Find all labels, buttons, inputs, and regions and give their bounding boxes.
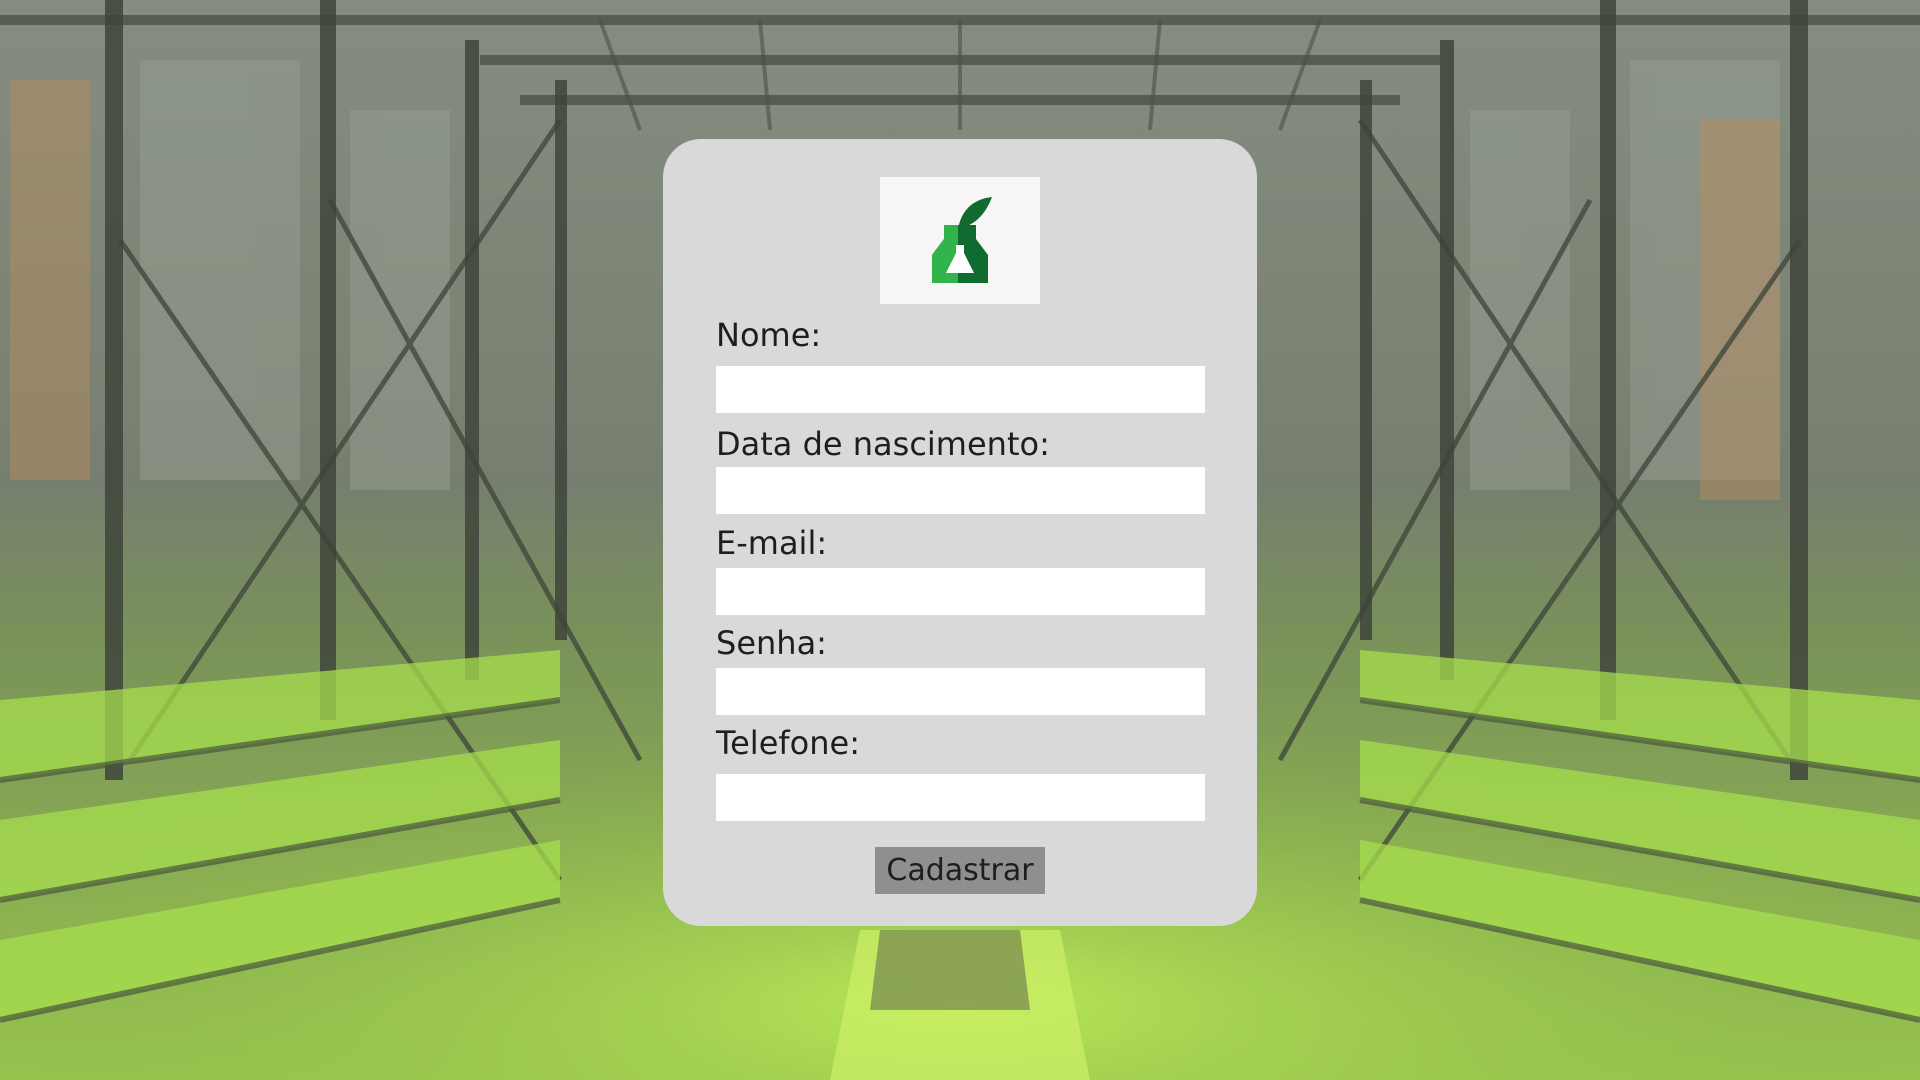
birthdate-input[interactable] xyxy=(716,467,1205,514)
flask-leaf-logo-icon xyxy=(932,197,992,283)
phone-label: Telefone: xyxy=(716,724,860,762)
logo xyxy=(880,177,1040,304)
password-input[interactable] xyxy=(716,668,1205,715)
password-label: Senha: xyxy=(716,624,827,662)
register-button[interactable]: Cadastrar xyxy=(875,847,1045,894)
email-label: E-mail: xyxy=(716,524,828,562)
email-input[interactable] xyxy=(716,568,1205,615)
name-label: Nome: xyxy=(716,316,822,354)
phone-input[interactable] xyxy=(716,774,1205,821)
birthdate-label: Data de nascimento: xyxy=(716,425,1050,463)
name-input[interactable] xyxy=(716,366,1205,413)
registration-card: Nome: Data de nascimento: E-mail: Senha:… xyxy=(663,139,1257,926)
